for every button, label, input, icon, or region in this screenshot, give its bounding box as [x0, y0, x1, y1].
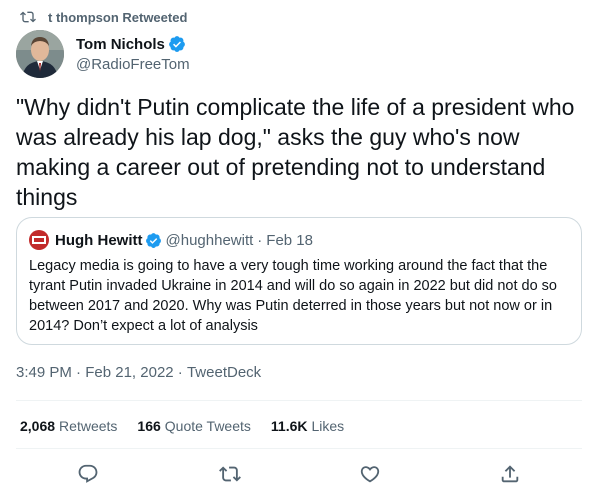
quoted-tweet-date: Feb 18	[266, 231, 313, 249]
retweet-icon	[219, 466, 241, 482]
retweets-label: Retweets	[59, 418, 118, 434]
tweet-body: "Why didn't Putin complicate the life of…	[16, 94, 575, 210]
likes-stat[interactable]: 11.6K Likes	[271, 418, 344, 434]
quoted-author-name: Hugh Hewitt	[55, 231, 143, 249]
quoted-author-avatar	[29, 230, 49, 250]
author-handle[interactable]: @RadioFreeTom	[76, 56, 190, 73]
quote-tweets-count: 166	[137, 418, 161, 434]
retweets-stat[interactable]: 2,068 Retweets	[20, 418, 117, 434]
tweet-author[interactable]: Tom Nichols @RadioFreeTom	[16, 30, 190, 78]
reply-button[interactable]	[76, 462, 100, 486]
retweet-button[interactable]	[218, 462, 242, 486]
meta-separator: ·	[71, 364, 86, 381]
author-avatar[interactable]	[16, 30, 64, 78]
engagement-stats: 2,068 Retweets 166 Quote Tweets 11.6K Li…	[20, 418, 364, 434]
retweet-context: t thompson Retweeted	[20, 8, 187, 26]
reply-icon	[78, 464, 98, 483]
tweet-actions	[0, 460, 598, 490]
tweet-metadata: 3:49 PM · Feb 21, 2022 · TweetDeck	[16, 364, 261, 381]
share-button[interactable]	[498, 462, 522, 486]
quoted-tweet[interactable]: Hugh Hewitt @hughhewitt · Feb 18 Legacy …	[16, 217, 582, 345]
verified-badge-icon	[145, 232, 161, 248]
divider	[16, 448, 582, 449]
tweet-time[interactable]: 3:49 PM	[16, 364, 72, 381]
retweet-icon	[20, 11, 36, 23]
quote-tweets-label: Quote Tweets	[164, 418, 251, 434]
likes-label: Likes	[311, 418, 345, 434]
share-icon	[501, 465, 519, 483]
like-icon	[360, 466, 380, 483]
quote-separator: ·	[257, 231, 263, 249]
meta-separator: ·	[173, 364, 187, 381]
like-button[interactable]	[358, 462, 382, 486]
divider	[16, 400, 582, 401]
author-display-name[interactable]: Tom Nichols	[76, 36, 165, 53]
retweets-count: 2,068	[20, 418, 56, 434]
quote-tweets-stat[interactable]: 166 Quote Tweets	[137, 418, 251, 434]
verified-badge-icon	[169, 36, 185, 52]
tweet-date[interactable]: Feb 21, 2022	[85, 364, 173, 381]
likes-count: 11.6K	[270, 418, 308, 434]
tweet-client[interactable]: TweetDeck	[187, 364, 261, 381]
retweeted-by-label[interactable]: t thompson Retweeted	[48, 10, 187, 25]
quoted-tweet-body: Legacy media is going to have a very tou…	[29, 258, 557, 334]
quoted-author-handle: @hughhewitt	[165, 231, 254, 249]
